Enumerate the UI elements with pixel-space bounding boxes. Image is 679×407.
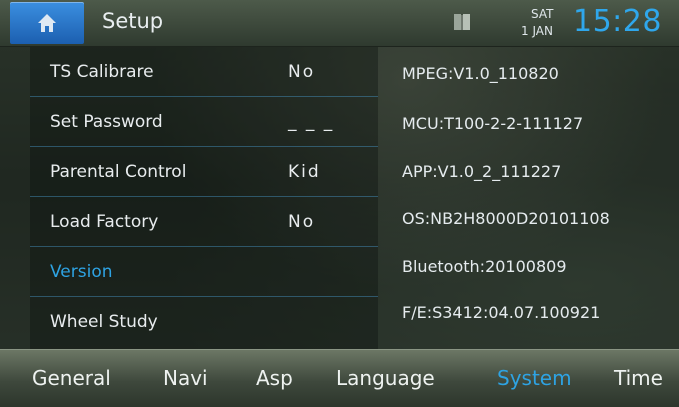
version-mpeg: MPEG:V1.0_110820 <box>402 64 559 83</box>
tab-navi[interactable]: Navi <box>163 366 208 390</box>
book-icon[interactable] <box>453 12 471 32</box>
menu-item-label: Load Factory <box>50 212 159 232</box>
menu-item-value: No <box>288 212 316 232</box>
tab-system[interactable]: System <box>497 366 572 390</box>
menu-item-ts-calibrare[interactable]: TS Calibrare No <box>30 47 378 97</box>
version-info-panel: MPEG:V1.0_110820 MCU:T100-2-2-111127 APP… <box>400 47 670 349</box>
page-title: Setup <box>102 9 164 33</box>
main-panel: TS Calibrare No Set Password _ _ _ Paren… <box>0 47 679 349</box>
tab-bar: General Navi Asp Language System Time <box>0 349 679 407</box>
day-label: SAT <box>531 7 554 21</box>
menu-item-wheel-study[interactable]: Wheel Study <box>30 297 378 346</box>
clock: 15:28 <box>573 4 662 39</box>
tab-asp[interactable]: Asp <box>256 366 293 390</box>
menu-item-label: TS Calibrare <box>50 62 154 82</box>
date-label: 1 JAN <box>521 24 553 38</box>
settings-menu: TS Calibrare No Set Password _ _ _ Paren… <box>30 47 378 349</box>
tab-time[interactable]: Time <box>614 366 663 390</box>
menu-item-value: Kid <box>288 162 321 182</box>
home-icon <box>38 14 56 32</box>
tab-general[interactable]: General <box>32 366 111 390</box>
menu-item-set-password[interactable]: Set Password _ _ _ <box>30 97 378 147</box>
tab-language[interactable]: Language <box>336 366 435 390</box>
menu-item-version[interactable]: Version <box>30 247 378 297</box>
menu-item-label: Set Password <box>50 112 163 132</box>
menu-item-load-factory[interactable]: Load Factory No <box>30 197 378 247</box>
menu-item-label: Version <box>50 262 113 282</box>
version-mcu: MCU:T100-2-2-111127 <box>402 114 584 133</box>
version-os: OS:NB2H8000D20101108 <box>402 209 610 228</box>
version-app: APP:V1.0_2_111227 <box>402 162 562 181</box>
setup-screen: Setup SAT 1 JAN 15:28 TS Calibrare No Se… <box>0 0 679 407</box>
version-bluetooth: Bluetooth:20100809 <box>402 257 567 276</box>
menu-item-label: Wheel Study <box>50 312 158 332</box>
top-bar: Setup SAT 1 JAN 15:28 <box>0 0 679 47</box>
menu-item-value: No <box>288 62 316 82</box>
menu-item-value: _ _ _ <box>288 112 335 132</box>
menu-item-label: Parental Control <box>50 162 187 182</box>
menu-item-parental-control[interactable]: Parental Control Kid <box>30 147 378 197</box>
version-fe: F/E:S3412:04.07.100921 <box>402 303 601 322</box>
home-button[interactable] <box>10 2 84 44</box>
